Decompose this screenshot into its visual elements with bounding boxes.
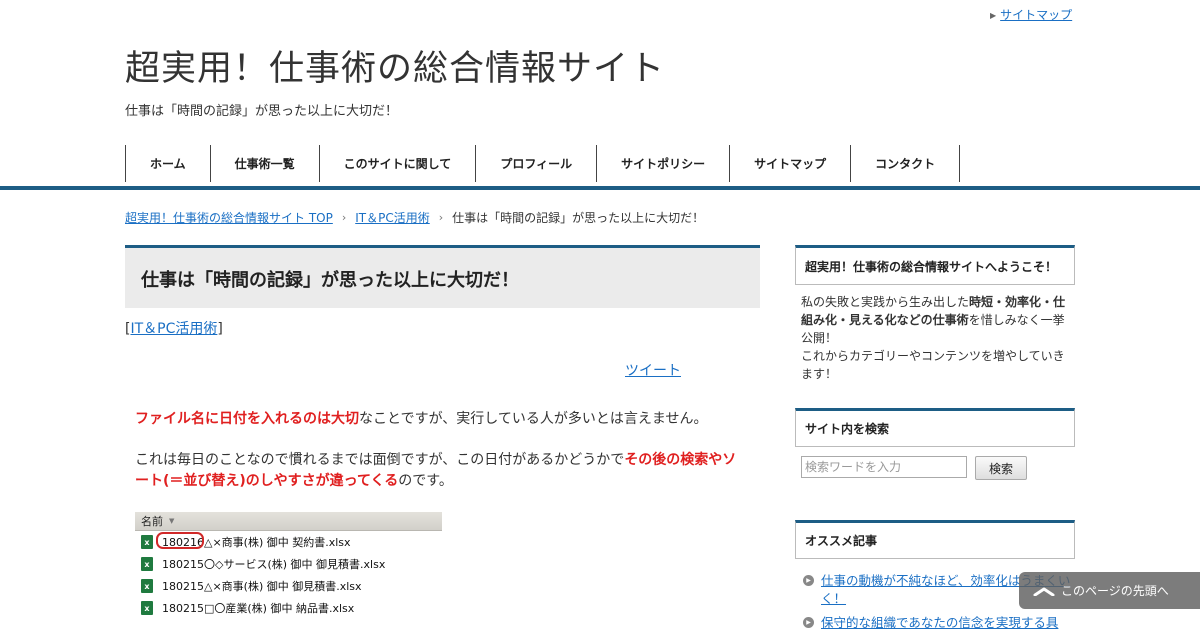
sidebar-search-title: サイト内を検索	[795, 408, 1075, 447]
chevron-right-icon: ›	[438, 211, 444, 224]
sidebar-welcome-title: 超実用！仕事術の総合情報サイトへようこそ！	[795, 245, 1075, 285]
excel-file-icon: x	[141, 601, 153, 615]
search-button[interactable]: 検索	[975, 456, 1027, 480]
chevron-right-icon: ›	[341, 211, 347, 224]
file-name: 180215□〇産業(株) 御中 納品書.xlsx	[162, 602, 355, 615]
site-title[interactable]: 超実用！仕事術の総合情報サイト	[125, 40, 665, 91]
file-row: x 180215〇◇サービス(株) 御中 御見積書.xlsx	[135, 553, 442, 575]
file-row: x 180215□〇産業(株) 御中 納品書.xlsx	[135, 597, 442, 619]
article-category-link[interactable]: IT＆PC活用術	[130, 321, 217, 337]
paragraph-text: のです。	[398, 473, 453, 489]
file-row: x 180215△×商事(株) 御中 御見積書.xlsx	[135, 575, 442, 597]
circle-arrow-icon: ▶	[803, 575, 814, 586]
main-nav: ホーム 仕事術一覧 このサイトに関して プロフィール サイトポリシー サイトマッ…	[125, 145, 961, 182]
article-paragraph-1: ファイル名に日付を入れるのは大切なことですが、実行している人が多いとは言えません…	[135, 408, 707, 428]
nav-item-policy[interactable]: サイトポリシー	[596, 145, 729, 182]
file-row: x 180216△×商事(株) 御中 契約書.xlsx	[135, 531, 442, 553]
breadcrumb-category-link[interactable]: IT＆PC活用術	[355, 209, 430, 226]
nav-item-articles[interactable]: 仕事術一覧	[209, 145, 319, 182]
article-title: 仕事は「時間の記録」が思った以上に大切だ！	[141, 270, 519, 291]
excel-file-icon: x	[141, 535, 153, 549]
welcome-text: 私の失敗と実践から生み出した	[801, 295, 970, 309]
column-header-name: 名前	[141, 515, 163, 528]
recommended-link[interactable]: 保守的な組織であなたの信念を実現する具	[821, 615, 1058, 630]
nav-divider-bar	[0, 186, 1200, 190]
paragraph-text: なことですが、実行している人が多いとは言えません。	[359, 411, 708, 427]
back-to-top-button[interactable]: このページの先頭へ	[1019, 572, 1200, 609]
breadcrumb: 超実用！仕事術の総合情報サイト TOP › IT＆PC活用術 › 仕事は「時間の…	[125, 209, 704, 226]
nav-item-contact[interactable]: コンタクト	[850, 145, 961, 182]
sidebar-recommended-title: オススメ記事	[795, 520, 1075, 559]
paragraph-text: これは毎日のことなので慣れるまでは面倒ですが、この日付があるかどうかで	[135, 452, 625, 468]
site-description: 仕事は「時間の記録」が思った以上に大切だ！	[125, 104, 399, 119]
sidebar-welcome-text: 私の失敗と実践から生み出した時短・効率化・仕組み化・見える化などの仕事術を惜しみ…	[801, 293, 1071, 383]
header-sitemap: ▶ サイトマップ	[990, 6, 1072, 23]
nav-item-about-site[interactable]: このサイトに関して	[318, 145, 476, 182]
sort-down-icon: ▼	[169, 517, 175, 525]
file-name: 180215〇◇サービス(株) 御中 御見積書.xlsx	[162, 558, 386, 571]
column-header: 名前 ▼	[135, 512, 442, 531]
article-paragraph-2: これは毎日のことなので慣れるまでは面倒ですが、この日付があるかどうかでその後の検…	[135, 450, 745, 492]
article-category: [IT＆PC活用術]	[125, 318, 223, 338]
chevron-up-icon	[1033, 586, 1055, 596]
breadcrumb-current: 仕事は「時間の記録」が思った以上に大切だ！	[452, 211, 705, 225]
list-item: ▶ 保守的な組織であなたの信念を実現する具	[803, 614, 1075, 632]
back-to-top-label: このページの先頭へ	[1061, 584, 1169, 598]
tweet-button[interactable]: ツイート	[625, 360, 681, 380]
triangle-right-icon: ▶	[990, 11, 997, 20]
sitemap-link[interactable]: サイトマップ	[1000, 8, 1072, 22]
excel-file-icon: x	[141, 579, 153, 593]
nav-item-home[interactable]: ホーム	[125, 145, 210, 182]
circle-arrow-icon: ▶	[803, 617, 814, 628]
bracket-close: ]	[217, 321, 223, 337]
nav-item-profile[interactable]: プロフィール	[475, 145, 596, 182]
breadcrumb-home-link[interactable]: 超実用！仕事術の総合情報サイト TOP	[125, 209, 333, 226]
emphasis-text: ファイル名に日付を入れるのは大切	[135, 411, 359, 427]
date-highlight-circle	[156, 532, 204, 549]
excel-file-icon: x	[141, 557, 153, 571]
search-input[interactable]	[801, 456, 967, 478]
nav-item-sitemap[interactable]: サイトマップ	[729, 145, 850, 182]
article-header: 仕事は「時間の記録」が思った以上に大切だ！	[125, 245, 760, 308]
file-name: 180215△×商事(株) 御中 御見積書.xlsx	[162, 580, 362, 593]
file-explorer-screenshot: 名前 ▼ x 180216△×商事(株) 御中 契約書.xlsx x 18021…	[135, 512, 442, 630]
welcome-text: これからカテゴリーやコンテンツを増やしていきます！	[801, 349, 1065, 381]
